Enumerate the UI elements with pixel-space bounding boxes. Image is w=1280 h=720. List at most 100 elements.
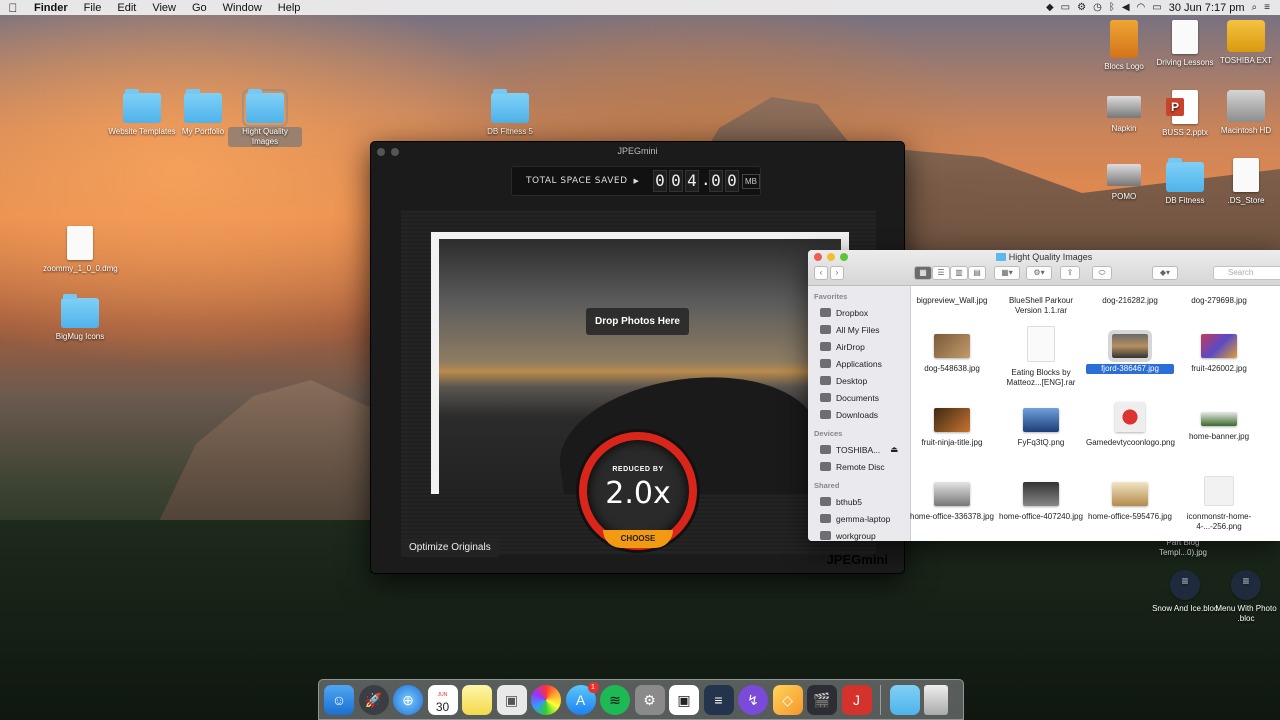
sketch-dock-icon[interactable]: ◇ bbox=[772, 684, 803, 715]
eject-icon[interactable]: ⏏ bbox=[890, 444, 898, 455]
airplay-icon[interactable]: ▭ bbox=[1061, 2, 1070, 13]
desktop-drive-toshiba[interactable]: TOSHIBA EXT bbox=[1209, 20, 1280, 66]
file-item[interactable]: FyFq3tQ.png bbox=[997, 408, 1085, 448]
arrange-button[interactable]: ▦▾ bbox=[994, 266, 1020, 280]
blocs-dock-icon[interactable]: ▣ bbox=[669, 684, 699, 715]
image-thumbnail-icon bbox=[1023, 482, 1059, 506]
search-field[interactable]: Search bbox=[1213, 266, 1280, 280]
share-button[interactable]: ⇪ bbox=[1060, 266, 1080, 280]
battery-icon[interactable]: ▭ bbox=[1152, 2, 1161, 13]
menu-app-finder[interactable]: Finder bbox=[26, 2, 76, 14]
sidebar-item-all-my-files[interactable]: All My Files bbox=[808, 321, 910, 338]
calendar-month: JUN bbox=[437, 691, 448, 698]
clock[interactable]: 30 Jun 7:17 pm bbox=[1169, 2, 1245, 14]
notification-center-icon[interactable]: ≡ bbox=[1264, 2, 1270, 13]
menu-go[interactable]: Go bbox=[184, 2, 215, 14]
sidebar-item-desktop[interactable]: Desktop bbox=[808, 372, 910, 389]
menu-view[interactable]: View bbox=[144, 2, 184, 14]
gear-status-icon[interactable]: ⚙ bbox=[1077, 2, 1086, 13]
spotify-dock-icon[interactable]: ≋ bbox=[600, 684, 630, 715]
desktop-file-zoommy-dmg[interactable]: zoommy_1_0_0.dmg bbox=[43, 226, 118, 274]
sidebar-item-workgroup[interactable]: workgroup bbox=[808, 527, 910, 541]
image-thumbnail-icon bbox=[934, 408, 970, 432]
system-preferences-dock-icon[interactable]: ⚙ bbox=[634, 684, 665, 715]
reduction-gauge: REDUCED BY 2.0x CHOOSE bbox=[579, 432, 697, 550]
icon-view-button[interactable]: ▦ bbox=[914, 266, 932, 280]
preview-dock-icon[interactable]: ▣ bbox=[496, 684, 527, 715]
jpegmini-dock-icon[interactable]: J bbox=[841, 684, 872, 715]
file-item[interactable]: home-office-407240.jpg bbox=[997, 482, 1085, 522]
finder-dock-icon[interactable]: ☺ bbox=[324, 684, 354, 715]
action-gear-button[interactable]: ⚙▾ bbox=[1026, 266, 1052, 280]
calendar-dock-icon[interactable]: JUN 30 bbox=[427, 684, 458, 715]
sidebar-item-toshiba[interactable]: TOSHIBA... ⏏ bbox=[808, 441, 910, 458]
desktop-file-menu-with-photo[interactable]: Menu With Photo .bloc bbox=[1209, 570, 1280, 624]
blocs-file-dock-icon[interactable]: ≡ bbox=[703, 684, 734, 715]
menu-edit[interactable]: Edit bbox=[109, 2, 144, 14]
folder-dock-icon[interactable] bbox=[889, 684, 920, 715]
photos-dock-icon[interactable] bbox=[531, 684, 561, 715]
desktop-drive-macintosh-hd[interactable]: Macintosh HD bbox=[1209, 90, 1280, 136]
video-editor-dock-icon[interactable]: 🎬 bbox=[807, 684, 837, 715]
sidebar-item-applications[interactable]: Applications bbox=[808, 355, 910, 372]
file-item[interactable]: dog-548638.jpg bbox=[908, 334, 996, 374]
spotlight-search-icon[interactable]: ⌕ bbox=[1252, 2, 1258, 13]
file-item[interactable]: dog-216282.jpg bbox=[1086, 296, 1174, 306]
time-machine-icon[interactable]: ◷ bbox=[1093, 2, 1102, 13]
safari-dock-icon[interactable]: ⊕ bbox=[393, 684, 423, 715]
file-item[interactable]: fruit-ninja-title.jpg bbox=[908, 408, 996, 448]
file-item[interactable]: BlueShell Parkour Version 1.1.rar bbox=[997, 296, 1085, 316]
cover-flow-button[interactable]: ▤ bbox=[968, 266, 986, 280]
desktop-file-part-blog-template[interactable]: Part Blog Templ...0).jpg bbox=[1146, 538, 1220, 558]
file-name: dog-216282.jpg bbox=[1102, 296, 1158, 305]
choose-button[interactable]: CHOOSE bbox=[603, 530, 673, 548]
file-item[interactable]: dog-279698.jpg bbox=[1175, 296, 1263, 306]
wifi-icon[interactable]: ◠ bbox=[1137, 2, 1146, 13]
column-view-button[interactable]: ▥ bbox=[950, 266, 968, 280]
desktop-folder-bigmug-icons[interactable]: BigMug Icons bbox=[43, 294, 117, 342]
desktop-folder-hight-quality-images[interactable]: Hight Quality Images bbox=[228, 89, 302, 147]
tag-button[interactable]: ⬭ bbox=[1092, 266, 1112, 280]
file-item[interactable]: home-office-595476.jpg bbox=[1086, 482, 1174, 522]
finder-window[interactable]: Hight Quality Images ‹ › ▦ ☰ ▥ ▤ ▦▾ ⚙▾ ⇪… bbox=[808, 250, 1280, 541]
dropbox-status-icon[interactable]: ◆ bbox=[1046, 2, 1054, 13]
desktop-folder-db-fitness-5[interactable]: DB Fitness 5 bbox=[473, 89, 547, 137]
sidebar-item-remote-disc[interactable]: Remote Disc bbox=[808, 458, 910, 475]
file-item[interactable]: home-banner.jpg bbox=[1175, 412, 1263, 442]
volume-icon[interactable]: ◀ bbox=[1122, 2, 1130, 13]
sidebar-item-label: Documents bbox=[836, 392, 879, 403]
menu-help[interactable]: Help bbox=[270, 2, 309, 14]
sidebar-item-documents[interactable]: Documents bbox=[808, 389, 910, 406]
list-view-button[interactable]: ☰ bbox=[932, 266, 950, 280]
file-item[interactable]: bigpreview_Wall.jpg bbox=[908, 296, 996, 306]
bluetooth-icon[interactable]: ᛒ bbox=[1109, 2, 1115, 13]
menu-window[interactable]: Window bbox=[215, 2, 270, 14]
file-item[interactable]: fjord-386467.jpg bbox=[1086, 330, 1174, 374]
sidebar-item-dropbox[interactable]: Dropbox bbox=[808, 304, 910, 321]
gif-tool-dock-icon[interactable]: ↯ bbox=[738, 684, 768, 715]
image-thumbnail-icon bbox=[1023, 408, 1059, 432]
back-button[interactable]: ‹ bbox=[814, 266, 828, 280]
file-item[interactable]: Gamedevtycoonlogo.png bbox=[1086, 402, 1175, 448]
app-store-dock-icon[interactable]: A1 bbox=[565, 681, 599, 715]
launchpad-dock-icon[interactable]: 🚀 bbox=[358, 684, 389, 715]
file-item[interactable]: Eating Blocks by Matteoz...[ENG].rar bbox=[997, 326, 1085, 388]
apple-menu-icon[interactable]:  bbox=[0, 1, 26, 15]
optimize-originals-button[interactable]: Optimize Originals bbox=[401, 538, 499, 557]
dropbox-button[interactable]: ◆▾ bbox=[1152, 266, 1178, 280]
counter-digits: 0 0 4 . 0 0 bbox=[652, 170, 739, 192]
forward-button[interactable]: › bbox=[830, 266, 844, 280]
menu-file[interactable]: File bbox=[76, 2, 110, 14]
sidebar-item-airdrop[interactable]: AirDrop bbox=[808, 338, 910, 355]
file-item[interactable]: fruit-426002.jpg bbox=[1175, 334, 1263, 374]
sidebar-item-gemma-laptop[interactable]: gemma-laptop bbox=[808, 510, 910, 527]
notes-dock-icon[interactable] bbox=[462, 684, 492, 715]
file-item[interactable]: iconmonstr-home-4-...-256.png bbox=[1175, 476, 1263, 532]
image-thumbnail-icon bbox=[1108, 330, 1152, 362]
sidebar-item-bthub5[interactable]: bthub5 bbox=[808, 493, 910, 510]
file-item[interactable]: home-office-336378.jpg bbox=[908, 482, 996, 522]
document-icon bbox=[1233, 158, 1259, 192]
sidebar-item-downloads[interactable]: Downloads bbox=[808, 406, 910, 423]
trash-dock-icon[interactable] bbox=[924, 684, 948, 715]
desktop-file-ds-store[interactable]: .DS_Store bbox=[1209, 158, 1280, 206]
